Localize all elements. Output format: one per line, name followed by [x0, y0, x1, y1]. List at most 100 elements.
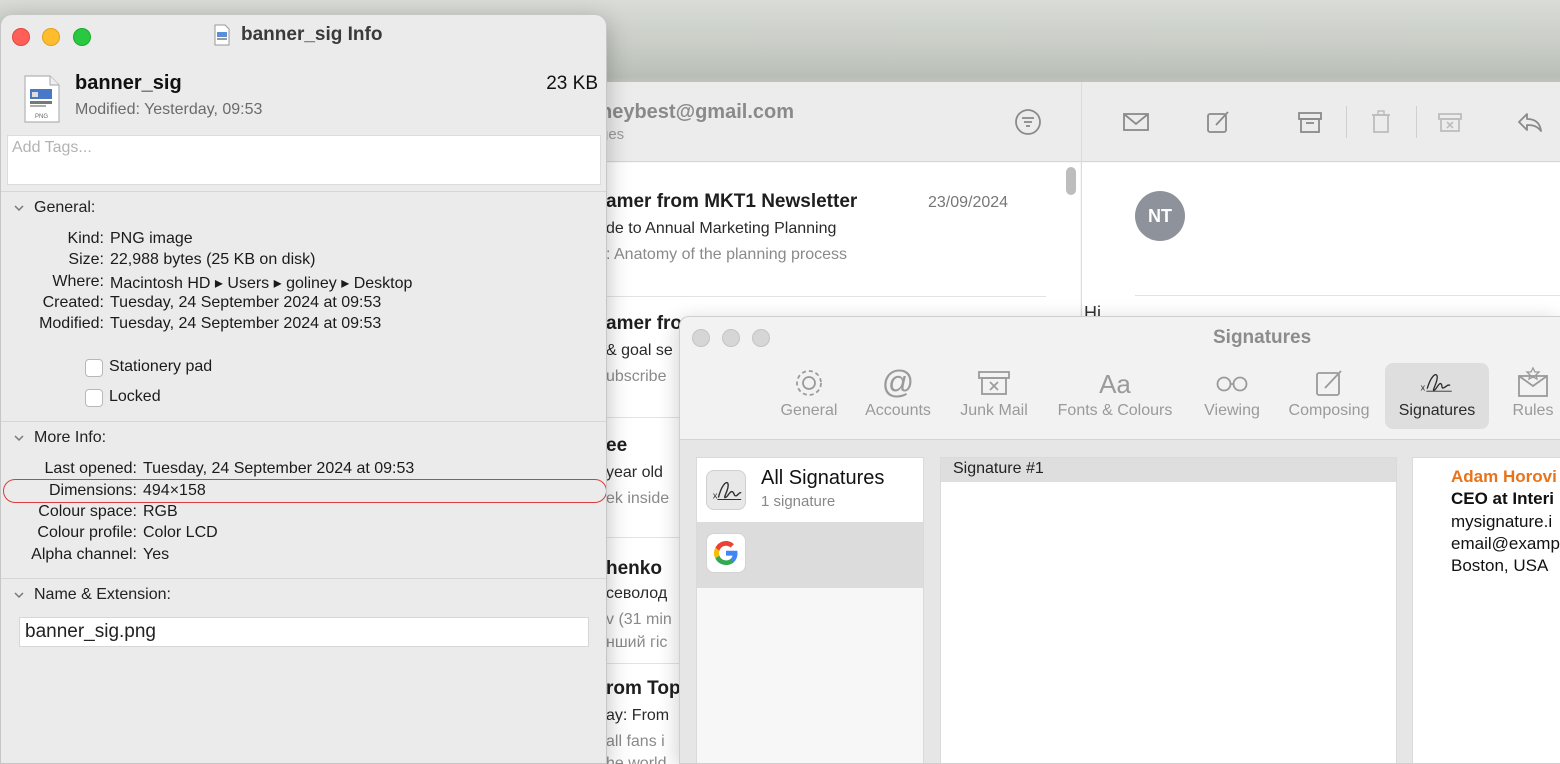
account-list: x All Signatures 1 signature [696, 457, 924, 763]
zoom-button[interactable] [73, 28, 91, 46]
filter-icon[interactable] [1012, 106, 1044, 138]
tab-accounts[interactable]: @ Accounts [856, 363, 940, 429]
signature-count: 1 signature [761, 493, 836, 510]
mailbox-account-email: neybest@gmail.com [600, 101, 795, 123]
divider [1135, 295, 1560, 296]
tab-label: Accounts [865, 402, 931, 419]
name-extension-section-toggle[interactable]: Name & Extension: [13, 586, 171, 604]
compose-icon [1316, 370, 1342, 396]
trash-icon[interactable] [1365, 106, 1397, 138]
tab-label: Rules [1512, 402, 1554, 419]
tab-label: Viewing [1204, 402, 1260, 419]
divider [1, 421, 606, 422]
signature-icon: x [706, 470, 746, 510]
svg-text:x: x [713, 491, 718, 502]
zoom-button[interactable] [752, 329, 770, 347]
close-button[interactable] [12, 28, 30, 46]
junk-icon[interactable] [1434, 106, 1466, 138]
info-label: Last opened: [44, 460, 137, 477]
message-preview: v (31 min [606, 611, 672, 628]
close-button[interactable] [692, 329, 710, 347]
dimensions-highlight [3, 479, 606, 503]
tab-label: Signatures [1398, 402, 1476, 419]
tab-junk-mail[interactable]: Junk Mail [950, 363, 1038, 429]
info-label: Colour profile: [37, 524, 137, 541]
general-section-toggle[interactable]: General: [13, 199, 95, 217]
more-info-section-toggle[interactable]: More Info: [13, 429, 106, 447]
stationery-pad-label: Stationery pad [109, 358, 213, 375]
svg-text:Aa: Aa [1099, 369, 1131, 399]
info-value: PNG image [110, 230, 193, 247]
rules-icon [1518, 366, 1548, 397]
archive-icon[interactable] [1294, 106, 1326, 138]
svg-text:PNG: PNG [35, 114, 48, 120]
file-header: PNG banner_sig 23 KB Modified: Yesterday… [1, 57, 606, 135]
stationery-pad-checkbox[interactable] [85, 359, 103, 377]
message-preview: he world [606, 755, 667, 764]
section-heading: General: [34, 199, 96, 216]
tab-signatures[interactable]: x Signatures [1385, 363, 1489, 429]
info-value: Tuesday, 24 September 2024 at 09:53 [110, 294, 382, 311]
toolbar-divider [1346, 106, 1347, 138]
sidebar-item-all-signatures[interactable]: x All Signatures 1 signature [697, 458, 923, 522]
account-name: All Signatures [761, 467, 885, 489]
png-file-icon [214, 24, 230, 46]
sidebar-item-google-account[interactable] [697, 522, 923, 588]
message-sender: ee [606, 435, 628, 456]
message-sender: amer fro [606, 313, 683, 334]
info-label: Modified: [39, 315, 104, 332]
preview-location: Boston, USA [1451, 556, 1549, 575]
message-subject: & goal se [606, 342, 673, 359]
window-title: banner_sig Info [241, 24, 383, 45]
message-subject: севолод [606, 585, 668, 602]
chevron-down-icon [14, 205, 24, 212]
message-list-scrollbar[interactable] [1066, 167, 1076, 195]
message-preview: all fans i [606, 733, 665, 750]
file-size: 23 KB [546, 73, 598, 94]
signature-icon: x [1421, 374, 1452, 392]
message-sender: rom Top [606, 678, 681, 699]
compose-icon[interactable] [1202, 106, 1234, 138]
message-subject: de to Annual Marketing Planning [606, 220, 837, 237]
info-label: Kind: [67, 230, 104, 247]
signature-preview: Adam Horovi CEO at Interi mysignature.i … [1412, 457, 1560, 763]
divider [606, 296, 1046, 297]
signature-list: Signature #1 [940, 457, 1397, 763]
tags-input[interactable]: Add Tags... [7, 135, 601, 185]
info-label: Size: [68, 251, 104, 268]
signatures-content: x All Signatures 1 signature Signature #… [680, 440, 1560, 763]
locked-label: Locked [109, 388, 161, 405]
info-value: Color LCD [143, 524, 218, 541]
info-label: Colour space: [38, 503, 137, 520]
locked-checkbox[interactable] [85, 389, 103, 407]
list-item[interactable]: Signature #1 [941, 458, 1396, 482]
tab-label: Composing [1288, 402, 1370, 419]
divider [1, 578, 606, 579]
tab-rules[interactable]: Rules [1498, 363, 1560, 429]
window-title: Signatures [1213, 327, 1312, 348]
tab-label: Fonts & Colours [1057, 402, 1173, 419]
file-name: banner_sig [75, 72, 182, 94]
reply-icon[interactable] [1514, 106, 1546, 138]
message-subject: year old [606, 464, 663, 481]
tab-general[interactable]: General [772, 363, 846, 429]
tab-label: General [780, 402, 838, 419]
info-label: Created: [42, 294, 104, 311]
chevron-down-icon [14, 592, 24, 599]
chevron-down-icon [14, 435, 24, 442]
get-mail-icon[interactable] [1120, 106, 1152, 138]
info-value: RGB [143, 503, 178, 520]
info-label: Where: [52, 273, 104, 290]
list-item[interactable]: amer from MKT1 Newsletter 23/09/2024 de … [560, 163, 1060, 299]
message-preview: ek inside [606, 490, 670, 507]
tab-viewing[interactable]: Viewing [1192, 363, 1272, 429]
tab-fonts-colours[interactable]: Aa Fonts & Colours [1048, 363, 1182, 429]
preview-role: CEO at Interi [1451, 489, 1554, 508]
svg-text:x: x [1421, 382, 1426, 392]
minimize-button[interactable] [722, 329, 740, 347]
minimize-button[interactable] [42, 28, 60, 46]
divider [1, 191, 606, 192]
tab-composing[interactable]: Composing [1280, 363, 1378, 429]
name-extension-input[interactable]: banner_sig.png [19, 617, 589, 647]
section-heading: More Info: [34, 429, 107, 446]
